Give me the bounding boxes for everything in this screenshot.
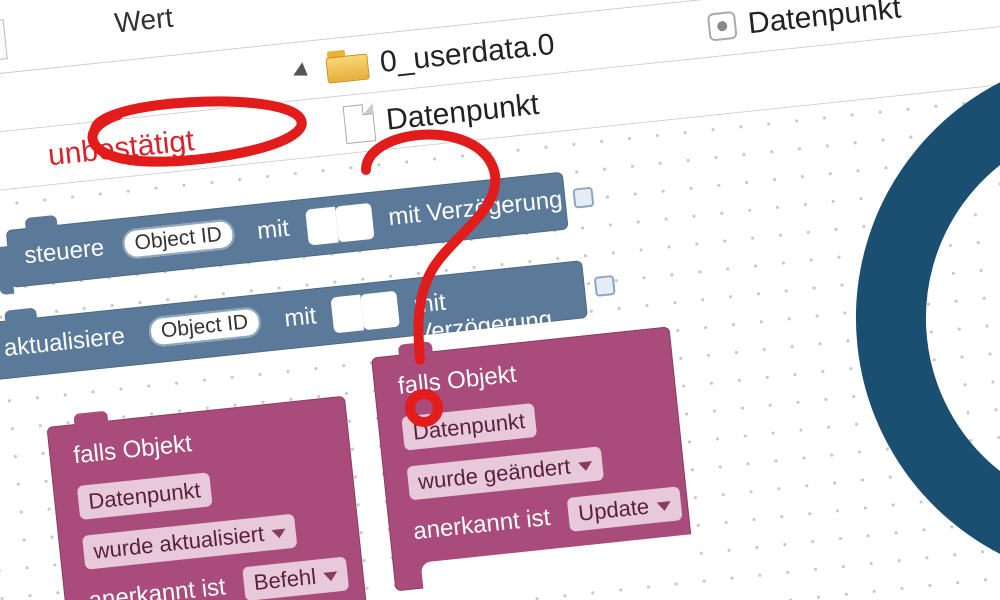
trigger-left-ack-label: anerkannt ist (87, 573, 227, 600)
trigger-left-falls: falls Objekt (72, 430, 193, 470)
block-control-verb: steuere (23, 234, 106, 270)
folder-icon (325, 47, 370, 83)
block-update-verb: aktualisiere (3, 322, 127, 363)
type-dropdown[interactable]: ktion (0, 19, 8, 71)
tree-child-label: Datenpunkt (385, 88, 541, 138)
block-control-delay-checkbox[interactable] (572, 187, 594, 209)
expand-icon[interactable] (293, 62, 312, 82)
block-control-objectid[interactable]: Object ID (121, 218, 235, 259)
trigger-right-ack-value[interactable]: Update (567, 486, 683, 532)
block-update-delay-checkbox[interactable] (594, 275, 616, 297)
trigger-right-ack-label: anerkannt ist (412, 504, 552, 546)
col-wert: Wert (113, 2, 175, 40)
trigger-right-mode[interactable]: wurde geändert (407, 446, 604, 500)
tree-right-label: Datenpunkt (746, 0, 902, 41)
block-control-mit: mit (256, 215, 291, 246)
block-control-delay: mit Verzögerung (387, 186, 564, 232)
trigger-left-mode[interactable]: wurde aktualisiert (82, 514, 298, 570)
trigger-right-falls: falls Objekt (397, 361, 518, 401)
trigger-left-ack-value[interactable]: Befehl (242, 556, 349, 600)
block-trigger-right[interactable]: falls Objekt Datenpunkt wurde geändert a… (371, 326, 694, 591)
trigger-left-dp[interactable]: Datenpunkt (77, 472, 212, 520)
block-update-objectid[interactable]: Object ID (148, 306, 262, 347)
datapoint-icon (707, 11, 738, 42)
tree-root-label: 0_userdata.0 (378, 28, 556, 80)
unconfirmed-badge: unbestätigt (46, 124, 196, 173)
block-update-mit: mit (283, 302, 318, 333)
document-icon (343, 103, 377, 144)
trigger-right-dp[interactable]: Datenpunkt (401, 403, 536, 451)
block-trigger-left[interactable]: falls Objekt Datenpunkt wurde aktualisie… (46, 396, 369, 600)
